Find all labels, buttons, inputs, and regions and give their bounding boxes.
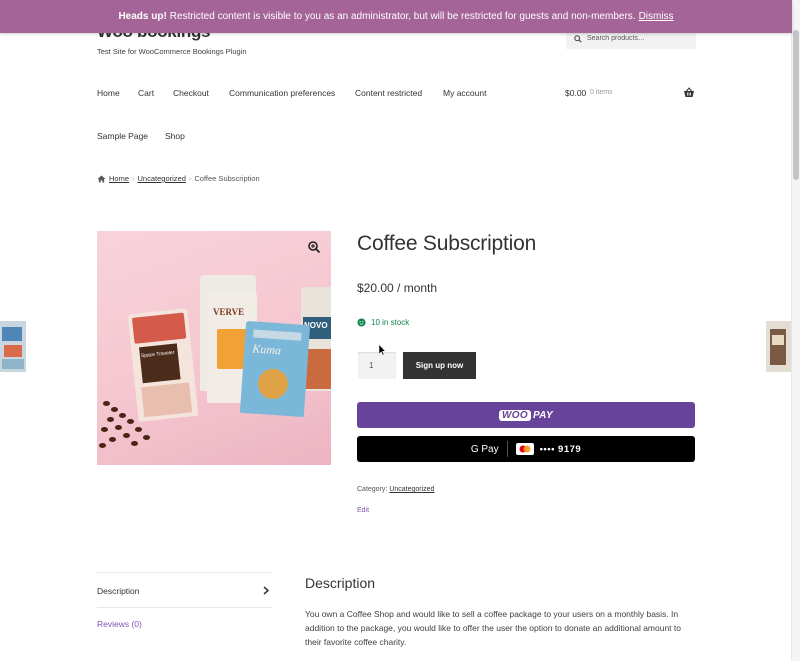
tab-reviews[interactable]: Reviews (0) bbox=[97, 619, 142, 629]
kuma-label: Kuma bbox=[251, 341, 282, 358]
notice-heading: Heads up! bbox=[118, 11, 167, 22]
product-category: Category: Uncategorized bbox=[357, 486, 434, 493]
scrollbar[interactable] bbox=[791, 0, 800, 661]
basket-icon[interactable] bbox=[683, 87, 695, 98]
google-pay-button[interactable]: G Pay •••• 9179 bbox=[357, 436, 695, 462]
dismiss-link[interactable]: Dismiss bbox=[639, 11, 674, 22]
breadcrumb-current: Coffee Subscription bbox=[194, 174, 260, 183]
gpay-divider bbox=[506, 441, 508, 457]
quantity-input[interactable]: 1 bbox=[358, 352, 396, 379]
edit-link[interactable]: Edit bbox=[357, 507, 369, 514]
chevron-right-icon bbox=[263, 586, 269, 595]
breadcrumb-separator: › bbox=[132, 174, 135, 183]
nav-sample-page[interactable]: Sample Page bbox=[97, 131, 148, 141]
description-heading: Description bbox=[305, 575, 376, 591]
woopay-logo-woo: WOO bbox=[499, 409, 531, 421]
product-price: $20.00 / month bbox=[357, 281, 438, 295]
nav-cart[interactable]: Cart bbox=[138, 88, 154, 98]
mouse-cursor-icon bbox=[378, 344, 386, 356]
search-input[interactable] bbox=[587, 35, 687, 42]
breadcrumb-separator: › bbox=[188, 174, 192, 183]
breadcrumb: Home › Uncategorized › Coffee Subscripti… bbox=[97, 174, 260, 183]
breadcrumb-category[interactable]: Uncategorized bbox=[138, 174, 186, 183]
previous-product-thumbnail[interactable] bbox=[0, 321, 26, 372]
verve-label: VERVE bbox=[213, 307, 245, 317]
next-product-thumbnail[interactable] bbox=[766, 321, 792, 372]
nav-my-account[interactable]: My account bbox=[443, 88, 486, 98]
description-text: You own a Coffee Shop and would like to … bbox=[305, 609, 681, 647]
product-title: Coffee Subscription bbox=[357, 232, 537, 255]
cart-count[interactable]: 0 items bbox=[590, 89, 613, 96]
home-icon bbox=[97, 174, 106, 183]
tab-divider bbox=[97, 572, 272, 573]
search-icon bbox=[574, 34, 582, 43]
breadcrumb-home[interactable]: Home bbox=[109, 174, 129, 183]
tab-divider bbox=[97, 607, 272, 608]
in-stock-icon bbox=[357, 318, 366, 327]
stock-status: 10 in stock bbox=[357, 318, 409, 327]
woopay-button[interactable]: WOO PAY bbox=[357, 402, 695, 428]
coffee-bag: Space Traveler bbox=[127, 308, 199, 422]
admin-notice-banner: Heads up! Restricted content is visible … bbox=[0, 0, 792, 33]
woopay-logo-pay: PAY bbox=[532, 409, 553, 421]
stock-text: 10 in stock bbox=[371, 318, 410, 327]
scrollbar-thumb[interactable] bbox=[793, 30, 799, 180]
nav-content-restricted[interactable]: Content restricted bbox=[355, 88, 422, 98]
notice-message: Restricted content is visible to you as … bbox=[169, 11, 636, 22]
nav-shop[interactable]: Shop bbox=[165, 131, 185, 141]
mastercard-icon bbox=[515, 443, 534, 455]
tab-description[interactable]: Description bbox=[97, 586, 140, 596]
page: Heads up! Restricted content is visible … bbox=[0, 0, 800, 661]
nav-checkout[interactable]: Checkout bbox=[173, 88, 209, 98]
category-label: Category: bbox=[357, 486, 388, 493]
woopay-logo: WOO PAY bbox=[499, 409, 553, 421]
sign-up-button[interactable]: Sign up now bbox=[403, 352, 476, 379]
cart-total[interactable]: $0.00 bbox=[565, 88, 586, 98]
category-link[interactable]: Uncategorized bbox=[389, 486, 434, 493]
card-last-digits: •••• 9179 bbox=[539, 443, 582, 455]
nav-communication-preferences[interactable]: Communication preferences bbox=[229, 88, 335, 98]
google-pay-label: G Pay bbox=[470, 443, 499, 455]
nav-home[interactable]: Home bbox=[97, 88, 120, 98]
product-image[interactable]: NOVO VERVE Space Traveler Kuma bbox=[97, 231, 331, 465]
zoom-icon[interactable] bbox=[307, 240, 321, 254]
site-tagline: Test Site for WooCommerce Bookings Plugi… bbox=[97, 47, 247, 56]
coffee-bag: Kuma bbox=[239, 320, 311, 418]
